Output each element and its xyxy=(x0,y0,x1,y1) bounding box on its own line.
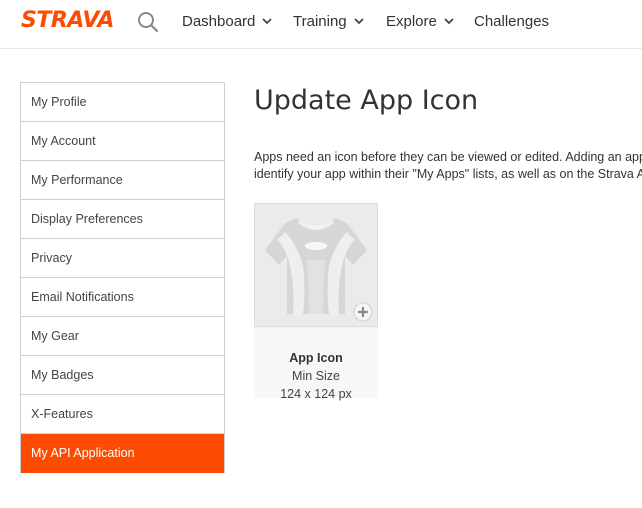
nav-explore-label: Explore xyxy=(386,13,437,30)
nav-training[interactable]: Training xyxy=(293,13,364,31)
app-icon-title: App Icon xyxy=(289,351,343,365)
strava-logo[interactable]: STRAVA xyxy=(21,9,114,33)
chevron-down-icon xyxy=(262,18,273,25)
sidebar-item-my-profile[interactable]: My Profile xyxy=(21,83,224,122)
description-line-2: identify your app within their "My Apps"… xyxy=(254,167,642,181)
sidebar-item-privacy[interactable]: Privacy xyxy=(21,239,224,278)
nav-challenges-label: Challenges xyxy=(474,13,550,30)
page-title: Update App Icon xyxy=(254,85,479,116)
search-icon[interactable] xyxy=(137,11,159,33)
nav-challenges[interactable]: Challenges xyxy=(474,13,549,31)
chevron-down-icon xyxy=(444,18,454,25)
sidebar-item-x-features[interactable]: X-Features xyxy=(21,395,224,434)
nav-dashboard-label: Dashboard xyxy=(182,13,256,30)
nav-explore[interactable]: Explore xyxy=(386,13,454,31)
sidebar-item-my-gear[interactable]: My Gear xyxy=(21,317,224,356)
page-description: Apps need an icon before they can be vie… xyxy=(254,149,642,183)
description-line-1: Apps need an icon before they can be vie… xyxy=(254,150,642,164)
app-icon-min-size-label: Min Size xyxy=(292,369,340,383)
app-icon-dimensions: 124 x 124 px xyxy=(280,387,352,401)
settings-sidebar: My Profile My Account My Performance Dis… xyxy=(20,82,225,473)
sidebar-item-display-preferences[interactable]: Display Preferences xyxy=(21,200,224,239)
sidebar-item-my-badges[interactable]: My Badges xyxy=(21,356,224,395)
chevron-down-icon xyxy=(354,18,364,25)
sidebar-item-my-performance[interactable]: My Performance xyxy=(21,161,224,200)
sidebar-item-my-account[interactable]: My Account xyxy=(21,122,224,161)
nav-dashboard[interactable]: Dashboard xyxy=(182,13,273,31)
top-navigation: STRAVA Dashboard Training Explore Challe… xyxy=(0,0,642,49)
app-icon-upload[interactable] xyxy=(254,203,378,327)
sidebar-item-my-api-application[interactable]: My API Application xyxy=(21,434,224,473)
app-icon-card: App Icon Min Size 124 x 124 px xyxy=(254,203,378,401)
sidebar-item-email-notifications[interactable]: Email Notifications xyxy=(21,278,224,317)
nav-training-label: Training xyxy=(293,13,347,30)
add-icon[interactable] xyxy=(353,302,373,322)
app-icon-caption: App Icon Min Size 124 x 124 px xyxy=(254,349,378,403)
